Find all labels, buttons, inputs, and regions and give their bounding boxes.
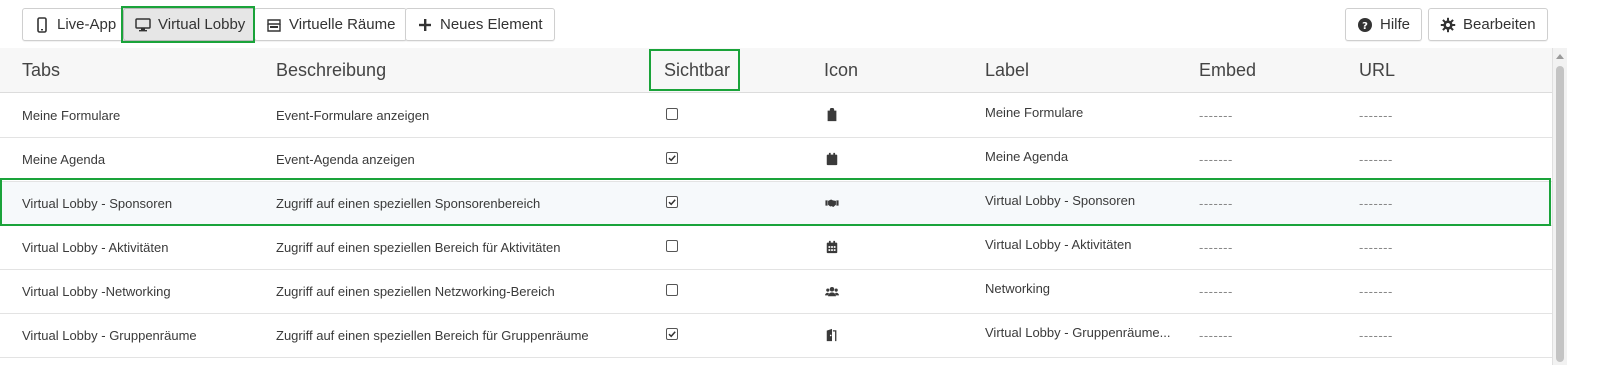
live-app-label: Live-App [57, 16, 117, 33]
row-label: Virtual Lobby - Aktivitäten [985, 237, 1132, 252]
row-label: Meine Formulare [985, 105, 1084, 120]
help-button[interactable]: ? Hilfe [1345, 8, 1423, 41]
row-embed: ------- [1199, 152, 1233, 167]
row-tab: Virtual Lobby -Networking [22, 284, 171, 299]
row-description: Event-Formulare anzeigen [276, 108, 430, 123]
header-sichtbar[interactable]: Sichtbar [664, 48, 730, 93]
neues-element-button[interactable]: Neues Element [405, 8, 555, 41]
row-embed: ------- [1199, 196, 1233, 211]
desktop-icon [135, 17, 151, 33]
edit-label: Bearbeiten [1463, 16, 1536, 33]
visible-checkbox[interactable] [666, 152, 678, 164]
vertical-scrollbar[interactable] [1552, 48, 1567, 365]
header-tabs[interactable]: Tabs [22, 48, 60, 93]
header-embed[interactable]: Embed [1199, 48, 1256, 93]
row-url: ------- [1359, 328, 1393, 343]
check-icon [668, 155, 676, 162]
row-tab: Virtual Lobby - Sponsoren [22, 196, 173, 211]
table-row[interactable]: Meine Formulare Event-Formulare anzeigen… [0, 94, 1552, 138]
header-label[interactable]: Label [985, 48, 1029, 93]
header-url[interactable]: URL [1359, 48, 1395, 93]
question-circle-icon: ? [1357, 17, 1373, 33]
row-url: ------- [1359, 240, 1393, 255]
row-embed: ------- [1199, 328, 1233, 343]
visible-checkbox[interactable] [666, 196, 678, 208]
row-description: Zugriff auf einen speziellen Netzworking… [276, 284, 555, 299]
visible-checkbox[interactable] [666, 328, 678, 340]
help-label: Hilfe [1380, 16, 1411, 33]
gear-icon [1440, 17, 1456, 33]
handshake-icon [824, 195, 840, 211]
row-tab: Virtual Lobby - Gruppenräume [22, 328, 197, 343]
visible-checkbox[interactable] [666, 240, 678, 252]
row-label: Networking [985, 281, 1051, 296]
users-icon [824, 283, 840, 299]
row-tab: Virtual Lobby - Aktivitäten [22, 240, 169, 255]
neues-element-label: Neues Element [440, 16, 543, 33]
table-row[interactable]: Virtual Lobby - Aktivitäten Zugriff auf … [0, 226, 1552, 270]
live-app-button[interactable]: Live-App [22, 8, 129, 41]
visible-checkbox[interactable] [666, 108, 678, 120]
visible-checkbox[interactable] [666, 284, 678, 296]
table-row[interactable]: Meine Agenda Event-Agenda anzeigen Meine… [0, 138, 1552, 182]
table-header: Tabs Beschreibung Sichtbar Icon Label Em… [0, 48, 1552, 93]
row-url: ------- [1359, 108, 1393, 123]
virtuelle-raeume-label: Virtuelle Räume [289, 16, 396, 33]
row-description: Zugriff auf einen speziellen Bereich für… [276, 328, 589, 343]
header-icon[interactable]: Icon [824, 48, 858, 93]
clipboard-icon [824, 107, 840, 123]
virtual-lobby-button[interactable]: Virtual Lobby [123, 8, 258, 41]
row-tab: Meine Formulare [22, 108, 121, 123]
row-tab: Meine Agenda [22, 152, 106, 167]
edit-button[interactable]: Bearbeiten [1428, 8, 1548, 41]
check-icon [668, 199, 676, 206]
table-row[interactable]: Virtual Lobby - Gruppenräume Zugriff auf… [0, 314, 1552, 358]
building-icon [266, 17, 282, 33]
table-row[interactable]: Virtual Lobby -Networking Zugriff auf ei… [0, 270, 1552, 314]
check-icon [668, 331, 676, 338]
virtuelle-raeume-button[interactable]: Virtuelle Räume [254, 8, 408, 41]
row-embed: ------- [1199, 284, 1233, 299]
virtual-lobby-label: Virtual Lobby [158, 16, 246, 33]
row-embed: ------- [1199, 240, 1233, 255]
row-label: Virtual Lobby - Sponsoren [985, 193, 1136, 208]
row-description: Event-Agenda anzeigen [276, 152, 415, 167]
plus-icon [417, 17, 433, 33]
row-label: Meine Agenda [985, 149, 1069, 164]
header-beschreibung[interactable]: Beschreibung [276, 48, 386, 93]
calendar-icon [824, 151, 840, 167]
row-embed: ------- [1199, 108, 1233, 123]
row-description: Zugriff auf einen speziellen Sponsorenbe… [276, 196, 541, 211]
row-url: ------- [1359, 152, 1393, 167]
row-url: ------- [1359, 196, 1393, 211]
row-url: ------- [1359, 284, 1393, 299]
row-description: Zugriff auf einen speziellen Bereich für… [276, 240, 561, 255]
row-label: Virtual Lobby - Gruppenräume... [985, 325, 1171, 340]
tabs-table: Tabs Beschreibung Sichtbar Icon Label Em… [0, 48, 1552, 365]
table-row[interactable]: Virtual Lobby - Sponsoren Zugriff auf ei… [0, 182, 1552, 226]
scroll-thumb[interactable] [1556, 66, 1564, 362]
door-open-icon [824, 327, 840, 343]
calendar-grid-icon [824, 239, 840, 255]
scroll-up-arrow-icon[interactable] [1556, 54, 1564, 59]
svg-text:?: ? [1362, 21, 1368, 32]
toolbar: Live-App Virtual Lobby Virtuelle Räume N… [0, 0, 1600, 48]
mobile-icon [34, 16, 50, 33]
